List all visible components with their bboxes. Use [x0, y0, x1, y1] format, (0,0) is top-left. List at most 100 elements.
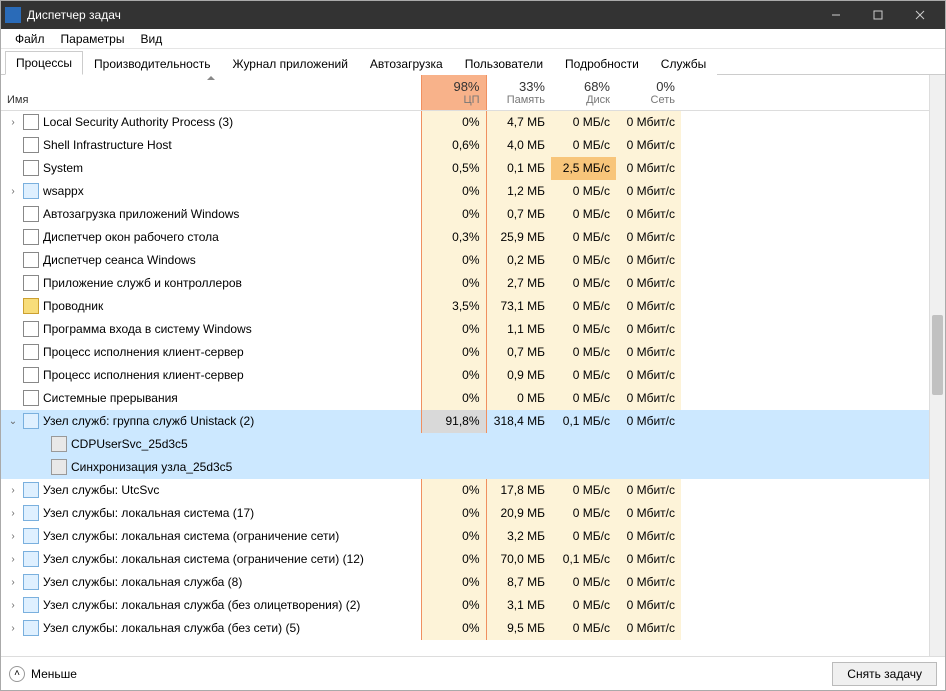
expand-toggle[interactable]: ›: [7, 485, 19, 496]
net-cell: 0 Мбит/с: [616, 502, 681, 525]
table-row[interactable]: ›Local Security Authority Process (3)0%4…: [1, 111, 929, 134]
process-icon: [23, 137, 39, 153]
column-disk[interactable]: 68% Диск: [551, 75, 616, 111]
net-cell: 0 Мбит/с: [616, 203, 681, 226]
mem-cell: 17,8 МБ: [486, 479, 551, 502]
process-name: Узел службы: локальная служба (без олице…: [43, 598, 360, 612]
table-row[interactable]: Процесс исполнения клиент-сервер0%0,9 МБ…: [1, 364, 929, 387]
cpu-cell: 0%: [421, 594, 486, 617]
table-row-child[interactable]: CDPUserSvc_25d3c5: [1, 433, 929, 456]
mem-cell: 2,7 МБ: [486, 272, 551, 295]
expand-toggle[interactable]: ›: [7, 117, 19, 128]
table-row[interactable]: Системные прерывания0%0 МБ0 МБ/с0 Мбит/с: [1, 387, 929, 410]
process-icon: [23, 574, 39, 590]
table-row[interactable]: ›Узел службы: локальная система (огранич…: [1, 548, 929, 571]
expand-toggle[interactable]: ›: [7, 554, 19, 565]
expand-toggle[interactable]: ⌄: [7, 416, 19, 427]
table-row[interactable]: ›Узел службы: UtcSvc0%17,8 МБ0 МБ/с0 Мби…: [1, 479, 929, 502]
cpu-cell: 0%: [421, 571, 486, 594]
process-icon: [23, 597, 39, 613]
tab-1[interactable]: Производительность: [83, 52, 221, 75]
table-row[interactable]: Проводник3,5%73,1 МБ0 МБ/с0 Мбит/с: [1, 295, 929, 318]
titlebar[interactable]: Диспетчер задач: [1, 1, 945, 29]
table-row[interactable]: System0,5%0,1 МБ2,5 МБ/с0 Мбит/с: [1, 157, 929, 180]
disk-cell: 0 МБ/с: [551, 479, 616, 502]
tab-3[interactable]: Автозагрузка: [359, 52, 454, 75]
cpu-cell: 0,5%: [421, 157, 486, 180]
expand-toggle[interactable]: ›: [7, 531, 19, 542]
maximize-button[interactable]: [857, 1, 899, 29]
process-name: Диспетчер сеанса Windows: [43, 253, 196, 267]
disk-cell: 0 МБ/с: [551, 364, 616, 387]
net-cell: 0 Мбит/с: [616, 341, 681, 364]
cpu-cell: 0%: [421, 548, 486, 571]
end-task-button[interactable]: Снять задачу: [832, 662, 937, 686]
disk-cell: 0 МБ/с: [551, 318, 616, 341]
net-label: Сеть: [622, 94, 675, 106]
tab-5[interactable]: Подробности: [554, 52, 650, 75]
table-row[interactable]: Приложение служб и контроллеров0%2,7 МБ0…: [1, 272, 929, 295]
mem-cell: 318,4 МБ: [486, 410, 551, 433]
menu-options[interactable]: Параметры: [53, 30, 133, 48]
process-icon: [23, 321, 39, 337]
menubar: Файл Параметры Вид: [1, 29, 945, 49]
chevron-up-icon: ˄: [9, 666, 25, 682]
disk-cell: 0 МБ/с: [551, 387, 616, 410]
tab-2[interactable]: Журнал приложений: [222, 52, 359, 75]
table-row[interactable]: › Узел службы: локальная служба (без олиц…: [1, 594, 929, 617]
process-name: Процесс исполнения клиент-сервер: [43, 368, 244, 382]
table-row[interactable]: › Узел службы: локальная служба (без сети…: [1, 617, 929, 640]
cpu-cell: 3,5%: [421, 295, 486, 318]
process-name: Узел службы: локальная система (17): [43, 506, 254, 520]
net-cell: 0 Мбит/с: [616, 525, 681, 548]
expand-toggle[interactable]: ›: [7, 600, 19, 611]
disk-cell: 0 МБ/с: [551, 571, 616, 594]
vertical-scrollbar[interactable]: [929, 75, 945, 656]
mem-cell: 3,2 МБ: [486, 525, 551, 548]
column-name[interactable]: Имя: [1, 75, 421, 111]
mem-cell: 9,5 МБ: [486, 617, 551, 640]
table-row[interactable]: ›Узел службы: локальная система (17)0%20…: [1, 502, 929, 525]
table-row[interactable]: Автозагрузка приложений Windows0%0,7 МБ0…: [1, 203, 929, 226]
cpu-cell: 0%: [421, 341, 486, 364]
expand-toggle[interactable]: ›: [7, 508, 19, 519]
cpu-cell: 0%: [421, 617, 486, 640]
tab-6[interactable]: Службы: [650, 52, 717, 75]
process-grid: Имя 98% ЦП 33% Память 68%: [1, 75, 945, 656]
process-name: Диспетчер окон рабочего стола: [43, 230, 219, 244]
minimize-button[interactable]: [815, 1, 857, 29]
column-network[interactable]: 0% Сеть: [616, 75, 681, 111]
expand-toggle[interactable]: ›: [7, 623, 19, 634]
cpu-percent: 98%: [428, 79, 480, 94]
menu-view[interactable]: Вид: [132, 30, 170, 48]
table-row[interactable]: Программа входа в систему Windows0%1,1 М…: [1, 318, 929, 341]
expand-toggle[interactable]: ›: [7, 577, 19, 588]
table-row[interactable]: ›wsappx0%1,2 МБ0 МБ/с0 Мбит/с: [1, 180, 929, 203]
column-cpu[interactable]: 98% ЦП: [421, 75, 486, 111]
column-memory[interactable]: 33% Память: [486, 75, 551, 111]
cpu-cell: 0%: [421, 364, 486, 387]
tab-4[interactable]: Пользователи: [454, 52, 554, 75]
mem-percent: 33%: [493, 79, 546, 94]
service-icon: [51, 459, 67, 475]
table-row[interactable]: ›Узел службы: локальная служба (8)0%8,7 …: [1, 571, 929, 594]
table-row-child[interactable]: Синхронизация узла_25d3c5: [1, 456, 929, 479]
process-name: System: [43, 161, 83, 175]
service-name: CDPUserSvc_25d3c5: [71, 437, 188, 451]
tab-0[interactable]: Процессы: [5, 51, 83, 75]
process-icon: [23, 252, 39, 268]
scroll-thumb[interactable]: [932, 315, 943, 395]
table-row[interactable]: Диспетчер сеанса Windows0%0,2 МБ0 МБ/с0 …: [1, 249, 929, 272]
expand-toggle[interactable]: ›: [7, 186, 19, 197]
table-row[interactable]: ›Узел службы: локальная система (огранич…: [1, 525, 929, 548]
table-row[interactable]: Shell Infrastructure Host0,6%4,0 МБ0 МБ/…: [1, 134, 929, 157]
fewer-details-button[interactable]: ˄ Меньше: [9, 666, 77, 682]
table-row[interactable]: Процесс исполнения клиент-сервер0%0,7 МБ…: [1, 341, 929, 364]
net-cell: 0 Мбит/с: [616, 571, 681, 594]
table-row[interactable]: ⌄Узел служб: группа служб Unistack (2)91…: [1, 410, 929, 433]
menu-file[interactable]: Файл: [7, 30, 53, 48]
table-row[interactable]: Диспетчер окон рабочего стола0,3%25,9 МБ…: [1, 226, 929, 249]
mem-cell: 70,0 МБ: [486, 548, 551, 571]
process-name: Узел службы: локальная служба (без сети)…: [43, 621, 300, 635]
close-button[interactable]: [899, 1, 941, 29]
